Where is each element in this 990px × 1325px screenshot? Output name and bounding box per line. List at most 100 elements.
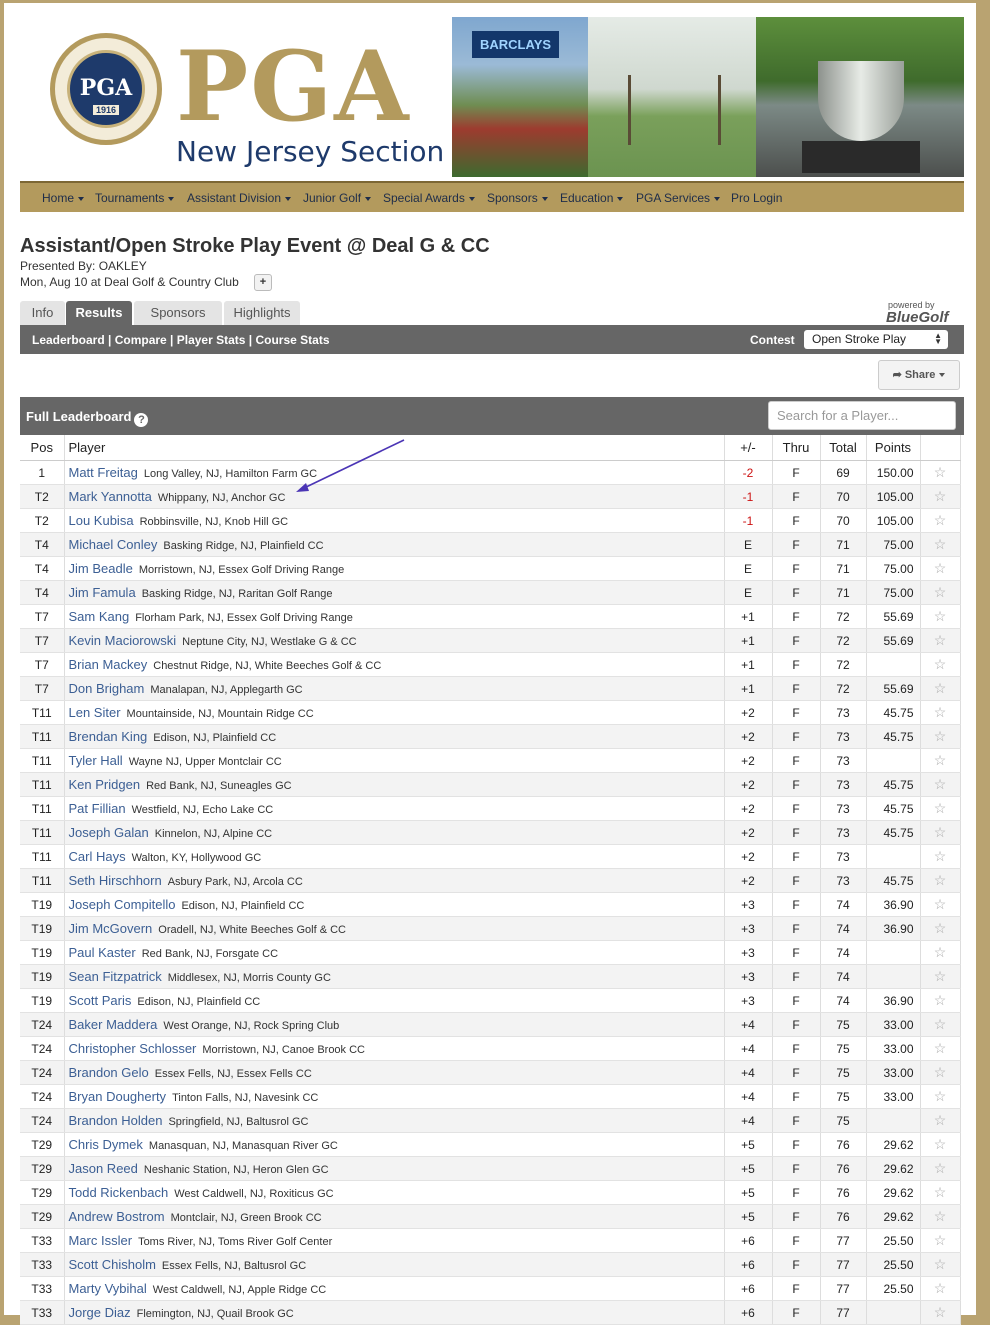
table-row[interactable]: T19 Sean Fitzpatrick Middlesex, NJ, Morris… — [20, 964, 961, 989]
tab-info[interactable]: Info — [20, 301, 65, 325]
table-row[interactable]: T24 Baker Maddera West Orange, NJ, Rock Sp… — [20, 1012, 961, 1037]
star-icon[interactable]: ☆ — [934, 896, 947, 912]
row-favorite[interactable]: ☆ — [920, 796, 961, 821]
col-total[interactable]: Total — [820, 435, 867, 461]
table-row[interactable]: T29 Andrew Bostrom Montclair, NJ, Green Br… — [20, 1204, 961, 1229]
player-name-link[interactable]: Don Brigham — [69, 681, 145, 696]
nav-item-junior-golf[interactable]: Junior Golf — [303, 191, 372, 205]
star-icon[interactable]: ☆ — [934, 800, 947, 816]
table-row[interactable]: T11 Tyler Hall Wayne NJ, Upper Montclair C… — [20, 748, 961, 773]
table-row[interactable]: T29 Chris Dymek Manasquan, NJ, Manasquan R… — [20, 1132, 961, 1157]
star-icon[interactable]: ☆ — [934, 992, 947, 1008]
star-icon[interactable]: ☆ — [934, 848, 947, 864]
row-favorite[interactable]: ☆ — [920, 1132, 961, 1157]
table-row[interactable]: T33 Marc Issler Toms River, NJ, Toms River… — [20, 1228, 961, 1253]
table-row[interactable]: T19 Jim McGovern Oradell, NJ, White Beeche… — [20, 916, 961, 941]
star-icon[interactable]: ☆ — [934, 680, 947, 696]
player-name-link[interactable]: Brandon Holden — [69, 1113, 163, 1128]
table-row[interactable]: T11 Brendan King Edison, NJ, Plainfield CC… — [20, 724, 961, 749]
row-favorite[interactable]: ☆ — [920, 1060, 961, 1085]
star-icon[interactable]: ☆ — [934, 944, 947, 960]
star-icon[interactable]: ☆ — [934, 1136, 947, 1152]
player-name-link[interactable]: Joseph Galan — [69, 825, 149, 840]
player-name-link[interactable]: Bryan Dougherty — [69, 1089, 167, 1104]
table-row[interactable]: T11 Pat Fillian Westfield, NJ, Echo Lake C… — [20, 796, 961, 821]
tab-highlights[interactable]: Highlights — [224, 301, 300, 325]
player-name-link[interactable]: Brian Mackey — [69, 657, 148, 672]
row-favorite[interactable]: ☆ — [920, 892, 961, 917]
star-icon[interactable]: ☆ — [934, 464, 947, 480]
star-icon[interactable]: ☆ — [934, 608, 947, 624]
star-icon[interactable]: ☆ — [934, 752, 947, 768]
player-name-link[interactable]: Brandon Gelo — [69, 1065, 149, 1080]
star-icon[interactable]: ☆ — [934, 1112, 947, 1128]
table-row[interactable]: T11 Len Siter Mountainside, NJ, Mountain R… — [20, 700, 961, 725]
row-favorite[interactable]: ☆ — [920, 676, 961, 701]
player-name-link[interactable]: Kevin Maciorowski — [69, 633, 177, 648]
player-name-link[interactable]: Christopher Schlosser — [69, 1041, 197, 1056]
row-favorite[interactable]: ☆ — [920, 772, 961, 797]
row-favorite[interactable]: ☆ — [920, 1036, 961, 1061]
player-name-link[interactable]: Marty Vybihal — [69, 1281, 147, 1296]
nav-item-assistant-division[interactable]: Assistant Division — [187, 191, 292, 205]
star-icon[interactable]: ☆ — [934, 1208, 947, 1224]
player-name-link[interactable]: Scott Chisholm — [69, 1257, 156, 1272]
star-icon[interactable]: ☆ — [934, 1160, 947, 1176]
star-icon[interactable]: ☆ — [934, 584, 947, 600]
player-name-link[interactable]: Pat Fillian — [69, 801, 126, 816]
row-favorite[interactable]: ☆ — [920, 988, 961, 1013]
row-favorite[interactable]: ☆ — [920, 844, 961, 869]
row-favorite[interactable]: ☆ — [920, 484, 961, 509]
contest-select[interactable]: Open Stroke Play ▲ ▼ — [804, 330, 948, 349]
player-name-link[interactable]: Seth Hirschhorn — [69, 873, 162, 888]
table-row[interactable]: T7 Sam Kang Florham Park, NJ, Essex Golf D… — [20, 604, 961, 629]
row-favorite[interactable]: ☆ — [920, 724, 961, 749]
star-icon[interactable]: ☆ — [934, 920, 947, 936]
share-button[interactable]: ➦ Share — [878, 360, 960, 390]
star-icon[interactable]: ☆ — [934, 656, 947, 672]
row-favorite[interactable]: ☆ — [920, 748, 961, 773]
row-favorite[interactable]: ☆ — [920, 532, 961, 557]
star-icon[interactable]: ☆ — [934, 1184, 947, 1200]
table-row[interactable]: T11 Seth Hirschhorn Asbury Park, NJ, Arcol… — [20, 868, 961, 893]
row-favorite[interactable]: ☆ — [920, 700, 961, 725]
col-score[interactable]: +/- — [724, 435, 773, 461]
player-name-link[interactable]: Marc Issler — [69, 1233, 133, 1248]
stats-links[interactable]: Leaderboard | Compare | Player Stats | C… — [32, 333, 330, 347]
player-name-link[interactable]: Tyler Hall — [69, 753, 123, 768]
row-favorite[interactable]: ☆ — [920, 460, 961, 485]
player-name-link[interactable]: Jorge Diaz — [69, 1305, 131, 1320]
row-favorite[interactable]: ☆ — [920, 868, 961, 893]
row-favorite[interactable]: ☆ — [920, 1084, 961, 1109]
nav-item-pga-services[interactable]: PGA Services — [636, 191, 721, 205]
row-favorite[interactable]: ☆ — [920, 1300, 961, 1325]
tab-results[interactable]: Results — [66, 301, 132, 325]
row-favorite[interactable]: ☆ — [920, 820, 961, 845]
star-icon[interactable]: ☆ — [934, 536, 947, 552]
col-points[interactable]: Points — [866, 435, 921, 461]
table-row[interactable]: T11 Carl Hays Walton, KY, Hollywood GC +2 F 7… — [20, 844, 961, 869]
star-icon[interactable]: ☆ — [934, 1088, 947, 1104]
player-name-link[interactable]: Carl Hays — [69, 849, 126, 864]
col-thru[interactable]: Thru — [772, 435, 821, 461]
table-row[interactable]: T4 Michael Conley Basking Ridge, NJ, Plain… — [20, 532, 961, 557]
table-row[interactable]: T33 Scott Chisholm Essex Fells, NJ, Baltus… — [20, 1252, 961, 1277]
table-row[interactable]: T7 Kevin Maciorowski Neptune City, NJ, Wes… — [20, 628, 961, 653]
row-favorite[interactable]: ☆ — [920, 1276, 961, 1301]
table-row[interactable]: T29 Todd Rickenbach West Caldwell, NJ, Rox… — [20, 1180, 961, 1205]
nav-item-special-awards[interactable]: Special Awards — [383, 191, 475, 205]
star-icon[interactable]: ☆ — [934, 1040, 947, 1056]
row-favorite[interactable]: ☆ — [920, 1252, 961, 1277]
nav-item-sponsors[interactable]: Sponsors — [487, 191, 548, 205]
table-row[interactable]: T2 Mark Yannotta Whippany, NJ, Anchor GC -1… — [20, 484, 961, 509]
star-icon[interactable]: ☆ — [934, 704, 947, 720]
bluegolf-logo[interactable]: BlueGolf — [886, 309, 949, 326]
row-favorite[interactable]: ☆ — [920, 652, 961, 677]
row-favorite[interactable]: ☆ — [920, 628, 961, 653]
star-icon[interactable]: ☆ — [934, 1256, 947, 1272]
star-icon[interactable]: ☆ — [934, 488, 947, 504]
row-favorite[interactable]: ☆ — [920, 1108, 961, 1133]
table-row[interactable]: T19 Paul Kaster Red Bank, NJ, Forsgate CC +… — [20, 940, 961, 965]
row-favorite[interactable]: ☆ — [920, 1180, 961, 1205]
table-row[interactable]: T7 Don Brigham Manalapan, NJ, Applegarth G… — [20, 676, 961, 701]
